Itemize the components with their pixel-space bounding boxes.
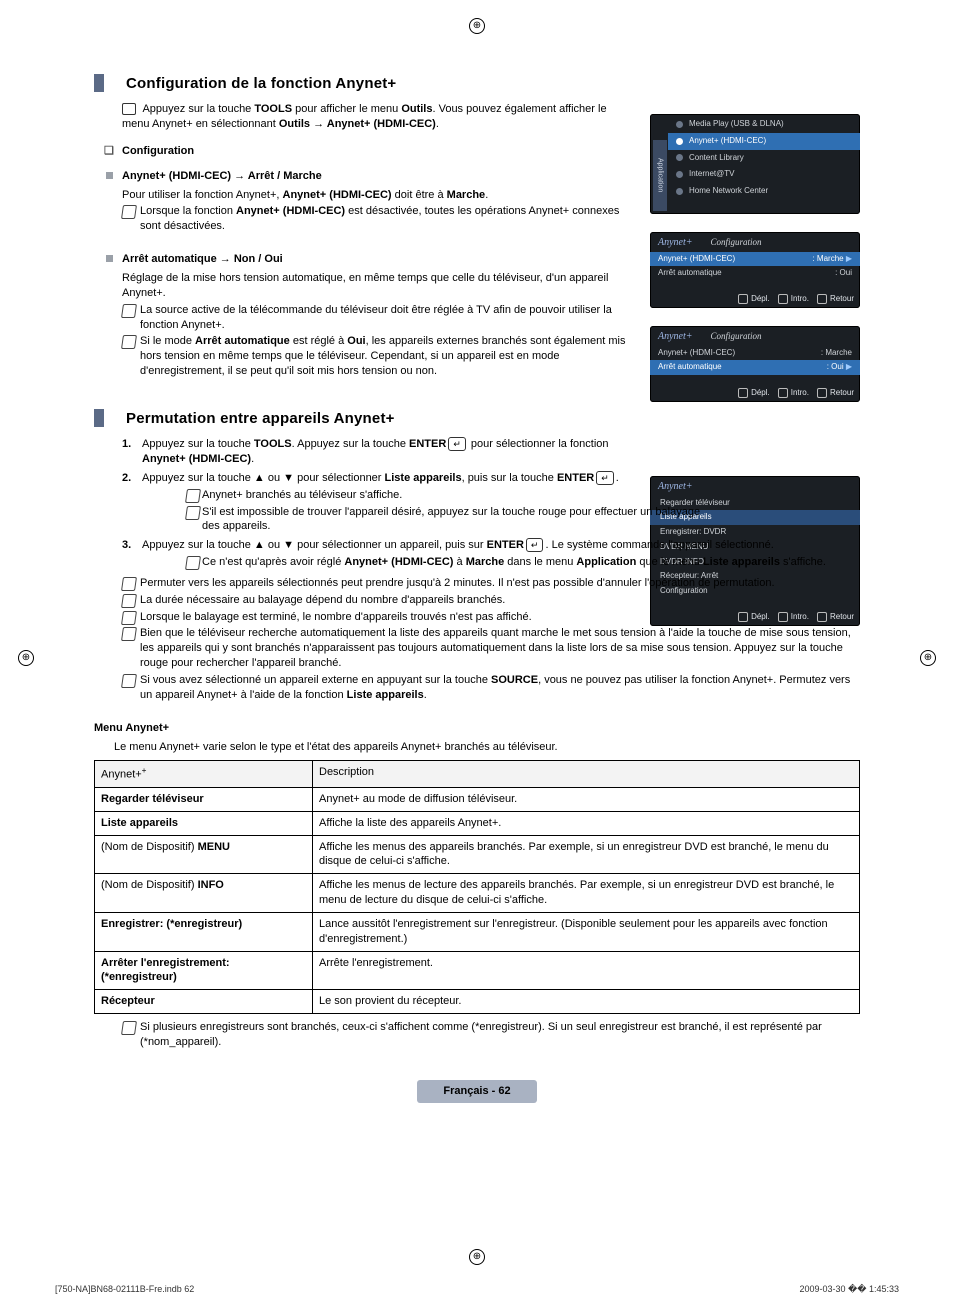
- osd-foot: Dépl.: [738, 294, 770, 305]
- osd-brand: Anynet+: [658, 237, 693, 248]
- table-cell: Récepteur: [95, 990, 313, 1014]
- table-row: (Nom de Dispositif) MENUAffiche les menu…: [95, 835, 860, 874]
- note-text: Si le mode Arrêt automatique est réglé à…: [94, 334, 640, 379]
- table-row: RécepteurLe son provient du récepteur.: [95, 990, 860, 1014]
- table-cell: (Nom de Dispositif) INFO: [95, 874, 313, 913]
- osd-application-menu: Application Media Play (USB & DLNA)Anyne…: [650, 114, 860, 214]
- enter-icon: ↵: [448, 437, 466, 451]
- osd-row-label: Anynet+ (HDMI-CEC): [658, 348, 735, 359]
- osd-foot: Intro.: [778, 294, 809, 305]
- table-cell: Liste appareils: [95, 811, 313, 835]
- table-cell: Anynet+ au mode de diffusion téléviseur.: [313, 787, 860, 811]
- setting-heading: Arrêt automatique → Non / Oui: [94, 252, 860, 267]
- note-text: La source active de la télécommande du t…: [94, 303, 640, 333]
- osd-menu-item: Media Play (USB & DLNA): [668, 116, 860, 133]
- crop-mark-icon: ⊕: [18, 650, 34, 666]
- note-text: Anynet+ branchés au téléviseur s'affiche…: [142, 488, 702, 503]
- table-row: (Nom de Dispositif) INFOAffiche les menu…: [95, 874, 860, 913]
- note-text: Ce n'est qu'après avoir réglé Anynet+ (H…: [142, 555, 860, 570]
- table-cell: Arrêter l'enregistrement: (*enregistreur…: [95, 951, 313, 990]
- anynet-menu-table: Anynet++ Description Regarder téléviseur…: [94, 760, 860, 1014]
- step-item: Appuyez sur la touche ▲ ou ▼ pour sélect…: [122, 538, 860, 570]
- page-footer-badge: Français - 62: [417, 1080, 537, 1103]
- table-cell: Arrête l'enregistrement.: [313, 951, 860, 990]
- osd-foot: Dépl.: [738, 388, 770, 399]
- bullet-icon: [676, 121, 683, 128]
- setting-heading: Anynet+ (HDMI-CEC) → Arrêt / Marche: [94, 169, 860, 184]
- osd-menu-item: Home Network Center: [668, 183, 860, 200]
- note-text: Permuter vers les appareils sélectionnés…: [94, 576, 860, 591]
- note-text: Lorsque le balayage est terminé, le nomb…: [94, 610, 860, 625]
- crop-mark-icon: ⊕: [920, 650, 936, 666]
- enter-icon: ↵: [596, 471, 614, 485]
- note-text: Lorsque la fonction Anynet+ (HDMI-CEC) e…: [94, 204, 640, 234]
- osd-config-1: Anynet+ Configuration Anynet+ (HDMI-CEC)…: [650, 232, 860, 308]
- table-cell: Enregistrer: (*enregistreur): [95, 912, 313, 951]
- step-item: Appuyez sur la touche TOOLS. Appuyez sur…: [122, 437, 860, 467]
- osd-foot: Intro.: [778, 388, 809, 399]
- note-text: Bien que le téléviseur recherche automat…: [94, 626, 860, 671]
- osd-title: Configuration: [703, 235, 762, 249]
- osd-config-2: Anynet+ Configuration Anynet+ (HDMI-CEC)…: [650, 326, 860, 402]
- osd-menu-label: Media Play (USB & DLNA): [689, 119, 784, 130]
- note-text: Si vous avez sélectionné un appareil ext…: [94, 673, 860, 703]
- table-row: Enregistrer: (*enregistreur)Lance aussit…: [95, 912, 860, 951]
- table-cell: Le son provient du récepteur.: [313, 990, 860, 1014]
- note-text: La durée nécessaire au balayage dépend d…: [94, 593, 860, 608]
- table-header: Description: [313, 761, 860, 788]
- osd-menu-label: Home Network Center: [689, 186, 768, 197]
- osd-row-label: Arrêt automatique: [658, 268, 722, 279]
- table-cell: Regarder téléviseur: [95, 787, 313, 811]
- footer-timestamp: 2009-03-30 �� 1:45:33: [799, 1283, 899, 1295]
- footer-filepath: [750-NA]BN68-02111B-Fre.indb 62: [55, 1283, 194, 1295]
- crop-mark-icon: ⊕: [469, 18, 485, 34]
- osd-row-value: : Oui: [827, 362, 844, 371]
- section-title: Permutation entre appareils Anynet+: [94, 409, 860, 429]
- osd-foot: Retour: [817, 388, 854, 399]
- table-row: Regarder téléviseurAnynet+ au mode de di…: [95, 787, 860, 811]
- body-text: Le menu Anynet+ varie selon le type et l…: [114, 740, 860, 755]
- body-text: Réglage de la mise hors tension automati…: [122, 271, 622, 301]
- tools-icon: [122, 103, 136, 115]
- osd-row-value: : Oui: [835, 268, 852, 279]
- chevron-right-icon: ▶: [846, 362, 852, 371]
- crop-mark-icon: ⊕: [469, 1249, 485, 1265]
- body-text: Appuyez sur la touche TOOLS pour affiche…: [122, 102, 622, 132]
- section-title: Configuration de la fonction Anynet+: [94, 74, 860, 94]
- step-item: Appuyez sur la touche ▲ ou ▼ pour sélect…: [122, 471, 860, 534]
- table-cell: (Nom de Dispositif) MENU: [95, 835, 313, 874]
- enter-icon: ↵: [526, 538, 544, 552]
- body-text: Pour utiliser la fonction Anynet+, Anyne…: [122, 188, 622, 203]
- bullet-icon: [676, 188, 683, 195]
- table-cell: Lance aussitôt l'enregistrement sur l'en…: [313, 912, 860, 951]
- table-row: Liste appareilsAffiche la liste des appa…: [95, 811, 860, 835]
- sub-heading: Menu Anynet+: [94, 721, 860, 736]
- table-header: Anynet++: [95, 761, 313, 788]
- note-text: S'il est impossible de trouver l'apparei…: [142, 505, 702, 535]
- osd-row-label: Arrêt automatique: [658, 362, 722, 373]
- table-cell: Affiche les menus de lecture des apparei…: [313, 874, 860, 913]
- table-cell: Affiche les menus des appareils branchés…: [313, 835, 860, 874]
- table-row: Arrêter l'enregistrement: (*enregistreur…: [95, 951, 860, 990]
- table-cell: Affiche la liste des appareils Anynet+.: [313, 811, 860, 835]
- osd-foot: Retour: [817, 294, 854, 305]
- osd-brand: Anynet+: [658, 331, 693, 342]
- osd-title: Configuration: [703, 329, 762, 343]
- osd-row-value: : Marche: [821, 348, 852, 359]
- note-text: Si plusieurs enregistreurs sont branchés…: [94, 1020, 860, 1050]
- sub-heading: Configuration: [94, 144, 860, 159]
